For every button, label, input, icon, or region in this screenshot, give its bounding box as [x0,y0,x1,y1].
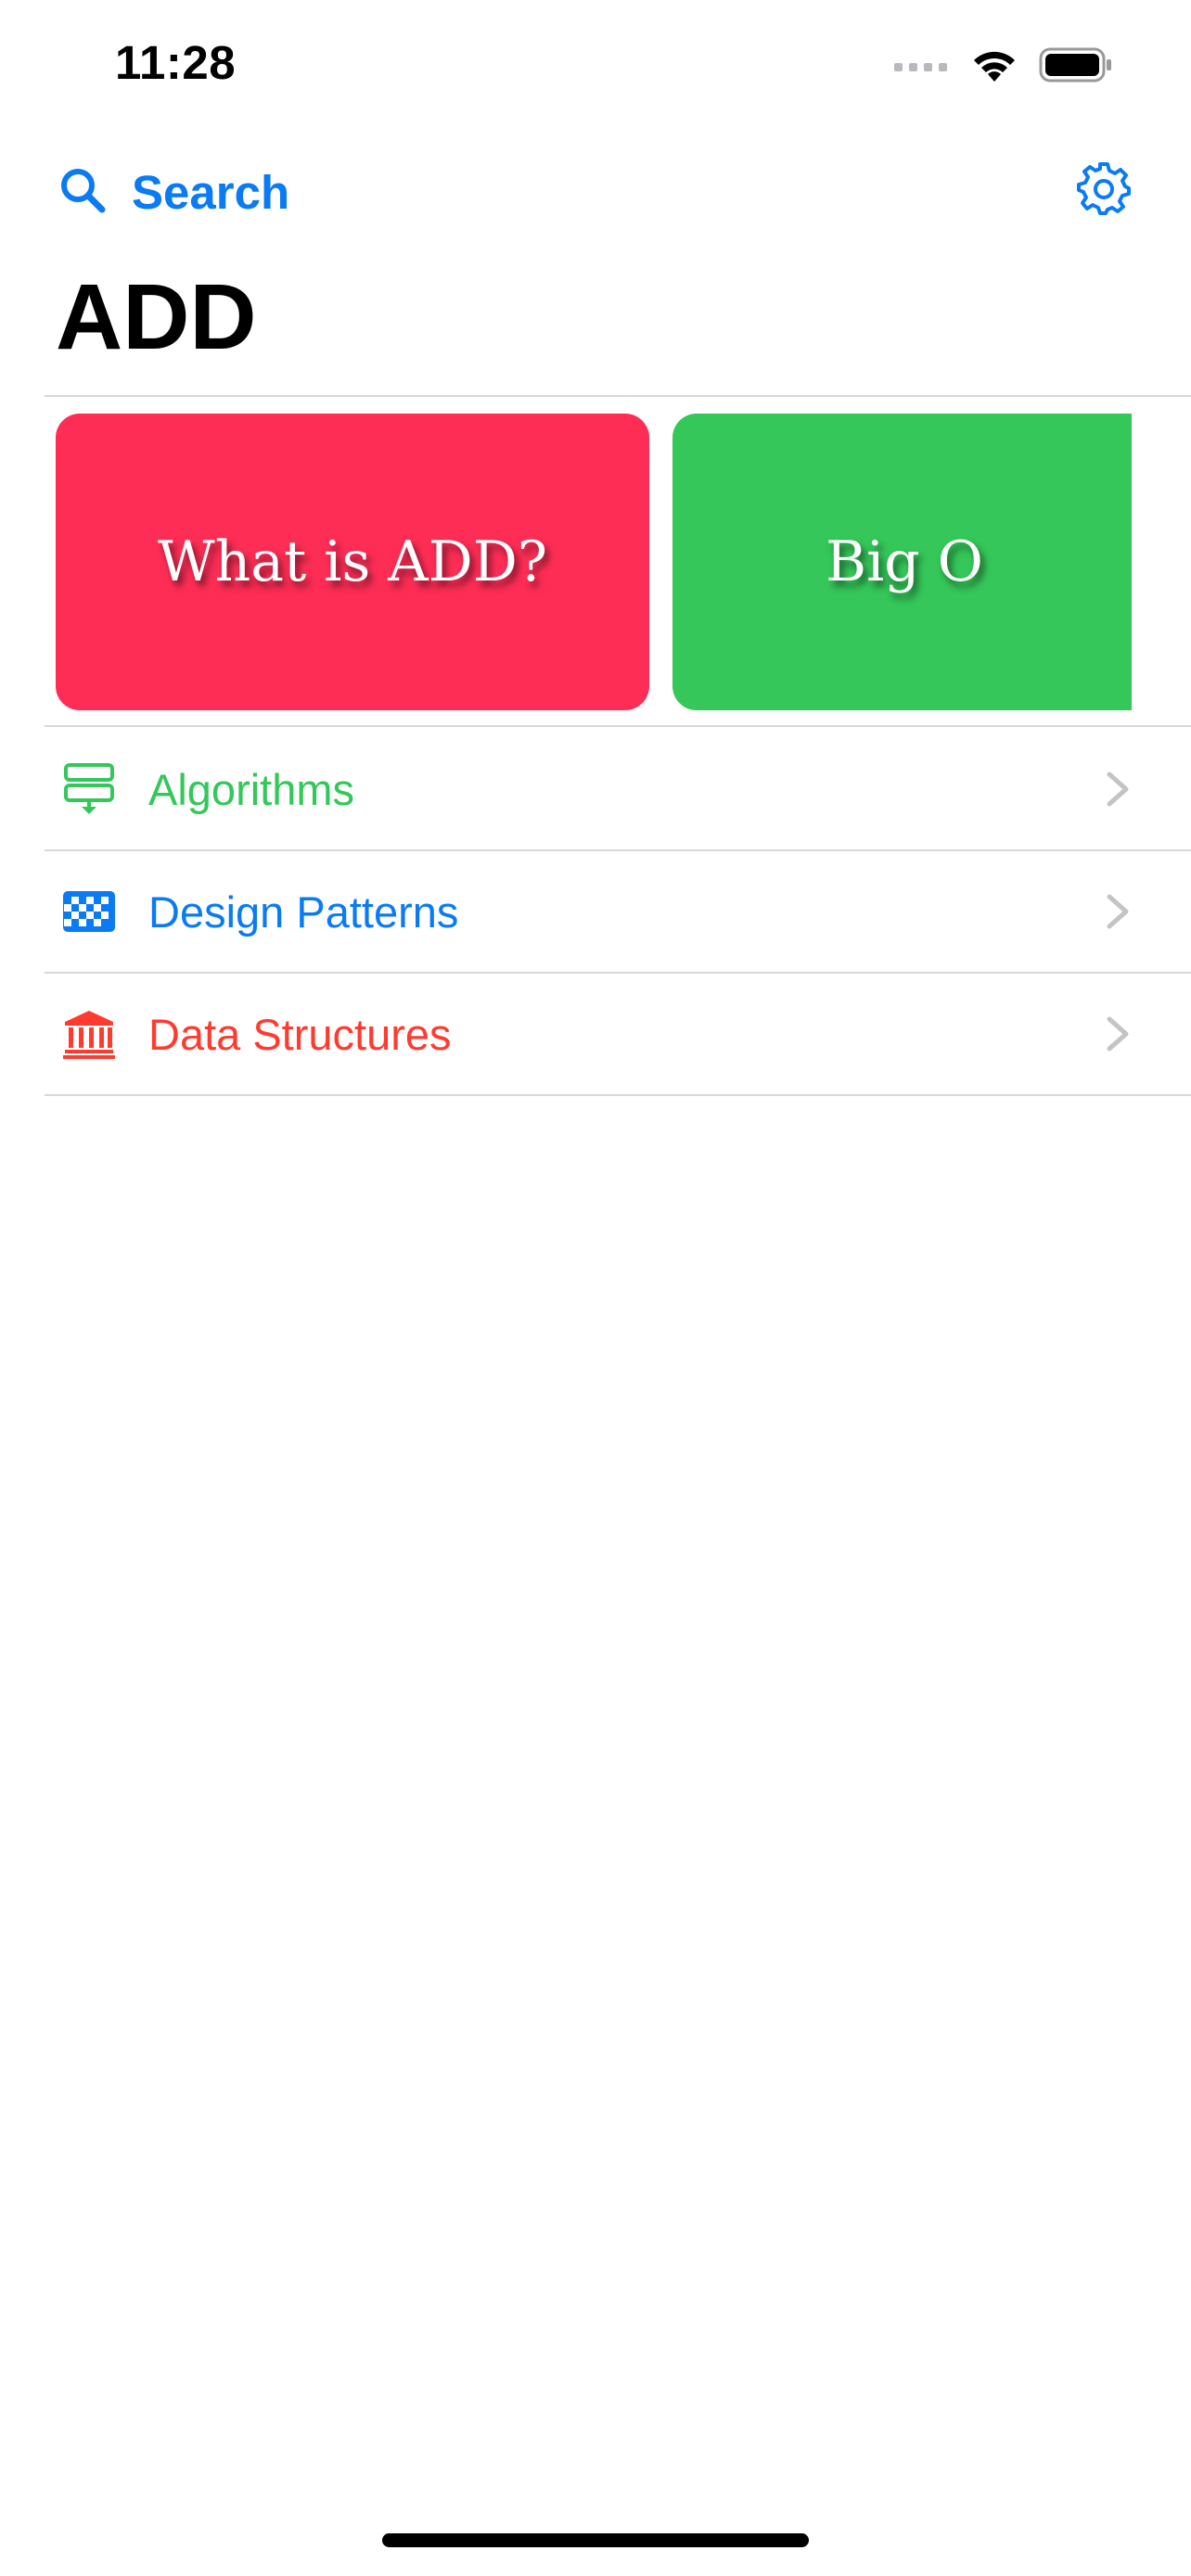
search-icon [58,165,108,220]
list-item-data-structures[interactable]: Data Structures [45,974,1191,1094]
building-columns-icon [61,1006,117,1062]
chevron-right-icon [1104,770,1132,809]
card-label: Big O [826,529,983,594]
cellular-signal-icon [894,57,950,77]
list-item-label: Data Structures [148,1009,452,1059]
gear-icon [1077,161,1131,221]
divider [45,725,1191,727]
card-what-is-add[interactable]: What is ADD? [56,414,649,710]
card-label: What is ADD? [157,529,548,594]
settings-button[interactable] [1076,161,1132,221]
divider [45,395,1191,397]
search-label: Search [132,165,290,219]
chevron-right-icon [1104,1014,1132,1053]
wifi-icon [970,46,1018,88]
cards-carousel[interactable]: What is ADD? Big O [56,414,1132,710]
list-item-label: Algorithms [148,764,355,814]
status-icons [894,46,1113,87]
battery-icon [1039,46,1113,88]
status-time: 11:28 [115,36,237,89]
status-bar: 11:28 [0,0,1191,130]
search-button[interactable]: Search [58,159,289,224]
page-title: ADD [56,265,257,369]
card-big-o[interactable]: Big O [672,414,1132,710]
flowchart-icon [61,761,117,817]
home-indicator[interactable] [382,2533,809,2547]
list-item-design-patterns[interactable]: Design Patterns [45,851,1191,972]
list-item-algorithms[interactable]: Algorithms [45,729,1191,849]
divider [45,1094,1191,1096]
checkerboard-icon [61,884,117,939]
list-item-label: Design Patterns [148,886,459,937]
chevron-right-icon [1104,892,1132,931]
